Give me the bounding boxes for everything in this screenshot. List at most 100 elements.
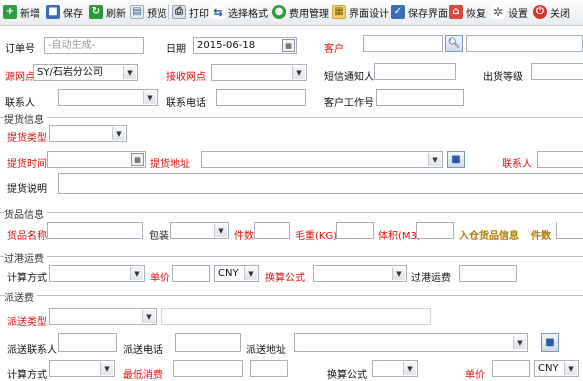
customer-label: 客户 — [324, 44, 344, 55]
toolbar-restore-button[interactable]: ⌂ 恢复 — [449, 3, 486, 21]
ship-level-input[interactable] — [531, 63, 583, 80]
customer-job-no-label: 客户工作号 — [324, 98, 374, 109]
goods-name-input[interactable] — [47, 222, 143, 239]
delivery-address-select[interactable]: ▼ — [294, 333, 528, 352]
delivery-address-save-button[interactable]: ■ — [541, 333, 559, 352]
customer-job-no-input[interactable] — [376, 89, 464, 106]
transit-formula-select[interactable]: ▼ — [313, 265, 407, 282]
pickup-note-input[interactable] — [58, 173, 583, 194]
pickup-address-save-button[interactable]: ■ — [447, 151, 465, 168]
pickup-time-input[interactable]: ▦ — [47, 151, 146, 168]
transit-fee-input[interactable] — [459, 265, 517, 282]
toolbar-close-button[interactable]: ⏻ 关闭 — [533, 3, 570, 21]
contact-label: 联系人 — [5, 98, 35, 109]
pieces-input[interactable] — [254, 222, 290, 239]
delivery-type-label: 派送类型 — [7, 317, 47, 328]
delivery-min-fee-unit-input[interactable] — [250, 360, 288, 377]
transit-section-title: 过港运费 — [4, 250, 47, 265]
chevron-down-icon: ▼ — [214, 224, 227, 237]
delivery-min-fee-input[interactable] — [173, 360, 243, 377]
toolbar-save-button[interactable]: ■ 保存 — [46, 3, 83, 21]
close-icon: ⏻ — [533, 5, 547, 19]
customer-search-button[interactable]: 🔍︎ — [445, 35, 463, 52]
sms-notify-input[interactable] — [374, 63, 456, 80]
delivery-type-extra-field[interactable] — [161, 308, 431, 325]
customer-input[interactable] — [363, 35, 443, 52]
source-branch-select[interactable]: SY/石岩分公司 ▼ — [33, 64, 138, 81]
transit-calc-select[interactable]: ▼ — [49, 265, 145, 282]
customer-name-input[interactable] — [466, 35, 583, 52]
contact-phone-input[interactable] — [216, 89, 306, 106]
warehouse-goods-label: 入仓货品信息 — [459, 231, 519, 242]
delivery-formula-select[interactable]: ▼ — [372, 360, 418, 377]
goods-section-title: 货品信息 — [4, 206, 47, 221]
pickup-section-title: 提货信息 — [4, 111, 47, 126]
refresh-icon: ↻ — [89, 5, 103, 19]
add-icon: + — [3, 5, 17, 19]
contact-select[interactable]: ▼ — [58, 89, 158, 106]
toolbar-print-button[interactable]: ⎙ 打印 — [172, 3, 209, 21]
toolbar-refresh-button[interactable]: ↻ 刷新 — [89, 3, 126, 21]
toolbar-settings-button[interactable]: ✲ 设置 — [491, 3, 528, 21]
toolbar-preview-button[interactable]: ▤ 预览 — [130, 3, 167, 21]
receive-branch-select[interactable]: ▼ — [211, 64, 307, 81]
package-select[interactable]: ▼ — [170, 222, 229, 239]
chevron-down-icon: ▼ — [292, 66, 305, 79]
delivery-contact-input[interactable] — [58, 333, 117, 352]
toolbar-save-layout-button[interactable]: ✓ 保存界面 — [391, 3, 448, 21]
pickup-type-select[interactable]: ▼ — [49, 125, 127, 142]
fee-icon: ● — [272, 5, 286, 19]
toolbar-design-button[interactable]: ▦ 界面设计 — [332, 3, 389, 21]
toolbar-fee-button[interactable]: ● 费用管理 — [272, 3, 329, 21]
section-divider — [0, 256, 583, 257]
pickup-address-label: 提货地址 — [150, 159, 190, 170]
delivery-calc-select[interactable]: ▼ — [49, 360, 115, 377]
volume-label: 体积(M3) — [378, 231, 421, 242]
pickup-contact-input[interactable] — [537, 151, 583, 168]
toolbar-settings-label: 设置 — [508, 8, 528, 20]
delivery-formula-label: 换算公式 — [327, 370, 367, 381]
delivery-section-title: 派送费 — [4, 289, 37, 304]
order-no-input[interactable]: -自动生成- — [44, 37, 144, 54]
volume-input[interactable] — [416, 222, 454, 239]
toolbar-new-label: 新增 — [20, 8, 40, 20]
toolbar-separator — [168, 4, 169, 20]
chevron-down-icon: ▼ — [244, 267, 257, 280]
delivery-min-fee-label: 最低消费 — [123, 370, 163, 381]
toolbar-print-label: 打印 — [189, 8, 209, 20]
ship-level-label: 出货等级 — [483, 72, 523, 83]
date-input[interactable]: 2015-06-18 ▦ — [193, 37, 297, 54]
print-icon: ⎙ — [172, 5, 186, 19]
pickup-address-select[interactable]: ▼ — [201, 151, 443, 168]
transit-formula-label: 换算公式 — [265, 273, 305, 284]
package-label: 包装 — [149, 231, 169, 242]
weight-input[interactable] — [336, 222, 374, 239]
save-icon: ■ — [545, 337, 555, 348]
chevron-down-icon: ▼ — [513, 336, 526, 349]
design-icon: ▦ — [332, 5, 346, 19]
calendar-icon[interactable]: ▦ — [282, 39, 295, 52]
format-icon: ⇆ — [211, 5, 225, 19]
pickup-section-header: 提货信息 — [0, 111, 583, 126]
toolbar-format-label: 选择格式 — [228, 8, 268, 20]
chevron-down-icon: ▼ — [123, 66, 136, 79]
delivery-type-select[interactable]: ▼ — [49, 308, 157, 325]
warehouse-pieces-input[interactable] — [556, 222, 583, 239]
toolbar-preview-label: 预览 — [147, 8, 167, 20]
toolbar-format-button[interactable]: ⇆ 选择格式 — [211, 3, 268, 21]
warehouse-pieces-label: 件数 — [531, 231, 551, 242]
delivery-unit-price-input[interactable] — [492, 360, 530, 377]
delivery-currency-select[interactable]: CNY ▼ — [534, 360, 579, 377]
transit-unit-price-input[interactable] — [172, 265, 210, 282]
toolbar-new-button[interactable]: + 新增 — [3, 3, 40, 21]
transit-currency-select[interactable]: CNY ▼ — [214, 265, 259, 282]
preview-icon: ▤ — [130, 5, 144, 19]
toolbar-save-layout-label: 保存界面 — [408, 8, 448, 20]
calendar-icon[interactable]: ▦ — [131, 153, 144, 166]
date-label: 日期 — [166, 44, 186, 55]
delivery-section-header: 派送费 — [0, 289, 583, 304]
delivery-phone-input[interactable] — [175, 333, 241, 352]
chevron-down-icon: ▼ — [392, 267, 405, 280]
chevron-down-icon: ▼ — [142, 310, 155, 323]
save-icon: ■ — [46, 5, 60, 19]
